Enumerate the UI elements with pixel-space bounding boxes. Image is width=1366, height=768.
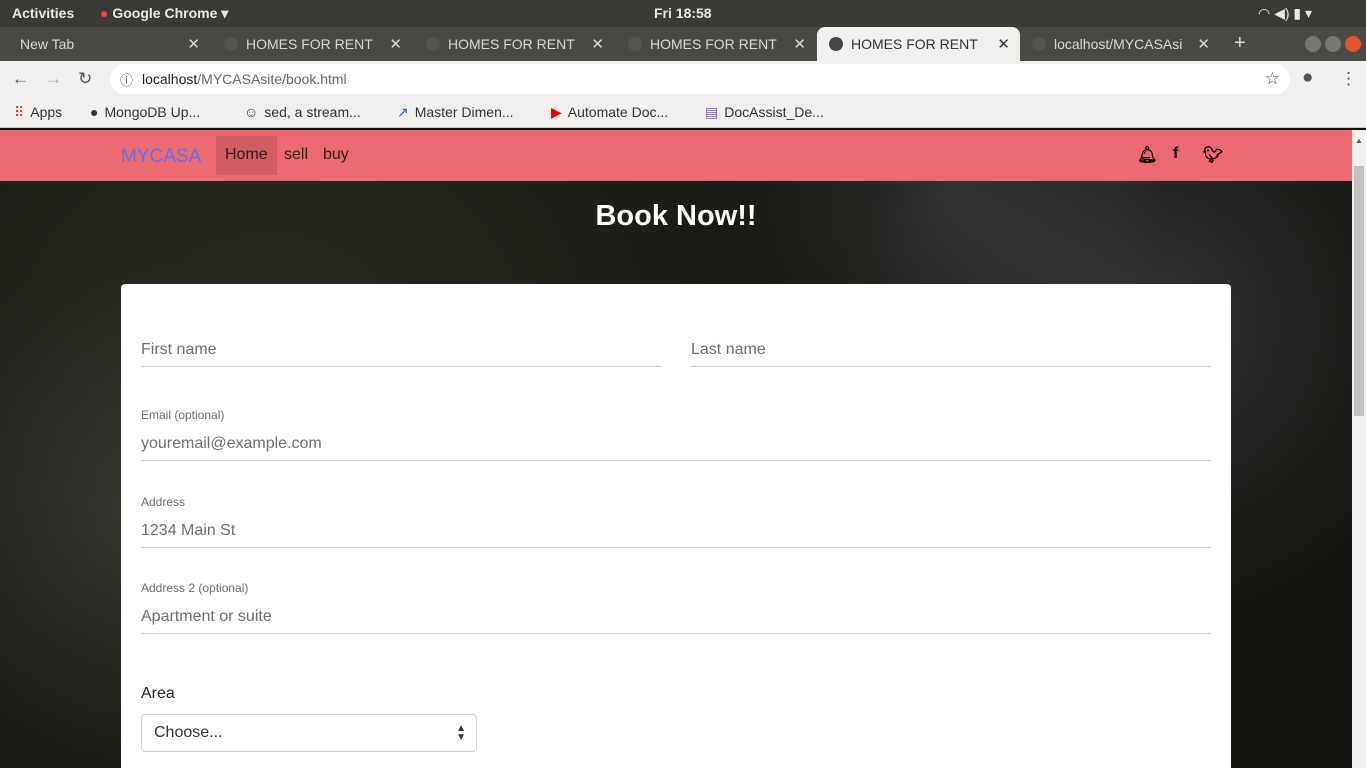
url-host: localhost bbox=[142, 71, 198, 87]
tab-title: HOMES FOR RENT bbox=[851, 36, 978, 52]
bookmark-mongodb[interactable]: ● MongoDB Up... bbox=[90, 104, 200, 120]
activities-button[interactable]: Activities bbox=[12, 5, 74, 21]
system-tray-icons[interactable]: ◠ ◀) ▮ ▾ bbox=[1258, 5, 1312, 22]
close-tab-icon[interactable]: ✕ bbox=[997, 35, 1010, 53]
browser-toolbar: ← → ↻ ⓘ localhost/MYCASAsite/book.html ☆… bbox=[0, 61, 1366, 98]
tab-homes-3[interactable]: HOMES FOR RENT ✕ bbox=[616, 27, 816, 61]
scrollbar-thumb[interactable] bbox=[1354, 166, 1364, 416]
selected-value: Choose... bbox=[154, 724, 223, 741]
page-content: MYCASA Home sell buy 🔔︎ f 🐦︎ Book Now!! … bbox=[0, 130, 1352, 768]
page-title: Book Now!! bbox=[595, 200, 757, 232]
select-arrows-icon: ▲ ▼ bbox=[456, 723, 466, 743]
tab-strip: New Tab ✕ HOMES FOR RENT ✕ HOMES FOR RENT ✕… bbox=[0, 27, 1366, 81]
address2-input[interactable]: Address 2 (optional) Apartment or suite bbox=[141, 581, 1211, 634]
star-icon[interactable]: ☆ bbox=[1265, 69, 1280, 89]
placeholder: Last name bbox=[691, 341, 766, 358]
nav-buy[interactable]: buy bbox=[314, 136, 358, 175]
tab-homes-active[interactable]: HOMES FOR RENT ✕ bbox=[817, 27, 1020, 61]
new-tab-button[interactable]: + bbox=[1226, 23, 1246, 57]
apps-grid-icon: ⠿ bbox=[14, 104, 25, 120]
profile-icon[interactable]: ● bbox=[1302, 67, 1313, 89]
tab-homes-1[interactable]: HOMES FOR RENT ✕ bbox=[212, 27, 412, 61]
forward-icon[interactable]: → bbox=[45, 69, 62, 89]
bookmark-docassist[interactable]: ▤ DocAssist_De... bbox=[705, 104, 824, 121]
url-path: /MYCASAsite/book.html bbox=[197, 71, 347, 87]
info-icon[interactable]: ⓘ bbox=[120, 70, 133, 89]
bookmark-apps[interactable]: ⠿ Apps bbox=[14, 104, 62, 121]
youtube-icon: ▶ bbox=[551, 104, 562, 120]
os-top-bar: Activities ● Google Chrome ▾ Fri 18:58 ◠… bbox=[0, 0, 1366, 27]
tab-new-tab[interactable]: New Tab ✕ bbox=[0, 27, 210, 61]
tab-title: New Tab bbox=[20, 36, 75, 52]
close-tab-icon[interactable]: ✕ bbox=[389, 35, 402, 53]
bookmark-automate-doc[interactable]: ▶ Automate Doc... bbox=[551, 104, 668, 121]
clock[interactable]: Fri 18:58 bbox=[654, 5, 712, 21]
close-tab-icon[interactable]: ✕ bbox=[1193, 35, 1210, 53]
menu-icon[interactable]: ⋮ bbox=[1340, 69, 1357, 89]
maximize-button[interactable] bbox=[1325, 36, 1341, 52]
nav-sell[interactable]: sell bbox=[275, 136, 317, 175]
globe-icon bbox=[224, 37, 238, 51]
gnu-icon: ☺ bbox=[244, 104, 259, 120]
minimize-button[interactable] bbox=[1305, 36, 1321, 52]
area-select[interactable]: Choose... ▲ ▼ bbox=[141, 714, 477, 752]
placeholder: Apartment or suite bbox=[141, 608, 272, 625]
last-name-input[interactable]: Last name bbox=[691, 334, 1211, 367]
app-menu[interactable]: ● Google Chrome ▾ bbox=[100, 5, 228, 22]
bookmark-master-dimen[interactable]: ↗ Master Dimen... bbox=[397, 104, 514, 121]
tab-title: HOMES FOR RENT bbox=[448, 36, 575, 52]
address-input[interactable]: Address 1234 Main St bbox=[141, 495, 1211, 548]
area-label: Area bbox=[141, 685, 175, 702]
field-label: Email (optional) bbox=[141, 408, 225, 422]
tab-title: localhost/MYCASAsi bbox=[1054, 36, 1183, 52]
placeholder: 1234 Main St bbox=[141, 522, 236, 539]
globe-icon bbox=[829, 37, 843, 51]
close-tab-icon[interactable]: ✕ bbox=[187, 35, 200, 53]
site-navbar: MYCASA Home sell buy 🔔︎ f 🐦︎ bbox=[0, 130, 1352, 181]
nav-home[interactable]: Home bbox=[216, 136, 277, 175]
globe-icon bbox=[628, 37, 642, 51]
close-window-button[interactable] bbox=[1345, 36, 1361, 52]
scroll-up-icon[interactable]: ▲ bbox=[1355, 136, 1363, 145]
brand-logo[interactable]: MYCASA bbox=[121, 146, 201, 168]
placeholder: youremail@example.com bbox=[141, 435, 322, 452]
globe-icon: ● bbox=[90, 104, 99, 120]
email-input[interactable]: Email (optional) youremail@example.com bbox=[141, 408, 1211, 461]
field-label: Address bbox=[141, 495, 186, 509]
bell-icon[interactable]: 🔔︎ bbox=[1137, 145, 1157, 165]
tab-title: HOMES FOR RENT bbox=[650, 36, 777, 52]
close-tab-icon[interactable]: ✕ bbox=[793, 35, 806, 53]
twitter-icon[interactable]: 🐦︎ bbox=[1203, 145, 1223, 165]
field-label: Address 2 (optional) bbox=[141, 581, 249, 595]
tab-homes-2[interactable]: HOMES FOR RENT ✕ bbox=[414, 27, 614, 61]
address-bar[interactable]: ⓘ localhost/MYCASAsite/book.html ☆ bbox=[110, 64, 1290, 94]
facebook-icon[interactable]: f bbox=[1173, 145, 1178, 163]
tab-title: HOMES FOR RENT bbox=[246, 36, 373, 52]
first-name-input[interactable]: First name bbox=[141, 334, 661, 367]
page-scrollbar[interactable]: ▲ bbox=[1352, 130, 1366, 768]
chart-icon: ↗ bbox=[397, 104, 409, 120]
app-name: Google Chrome bbox=[112, 5, 218, 21]
booking-form: First name Last name Email (optional) you… bbox=[121, 284, 1231, 768]
back-icon[interactable]: ← bbox=[12, 69, 29, 89]
placeholder: First name bbox=[141, 341, 217, 358]
close-tab-icon[interactable]: ✕ bbox=[591, 35, 604, 53]
reload-icon[interactable]: ↻ bbox=[78, 69, 92, 89]
tab-localhost[interactable]: localhost/MYCASAsi ✕ bbox=[1022, 27, 1220, 61]
globe-icon bbox=[426, 37, 440, 51]
globe-icon bbox=[1032, 37, 1046, 51]
bookmarks-bar: ⠿ Apps ● MongoDB Up... ☺ sed, a stream... ↗… bbox=[0, 98, 1366, 128]
bookmark-sed[interactable]: ☺ sed, a stream... bbox=[244, 104, 361, 120]
doc-icon: ▤ bbox=[705, 104, 719, 120]
